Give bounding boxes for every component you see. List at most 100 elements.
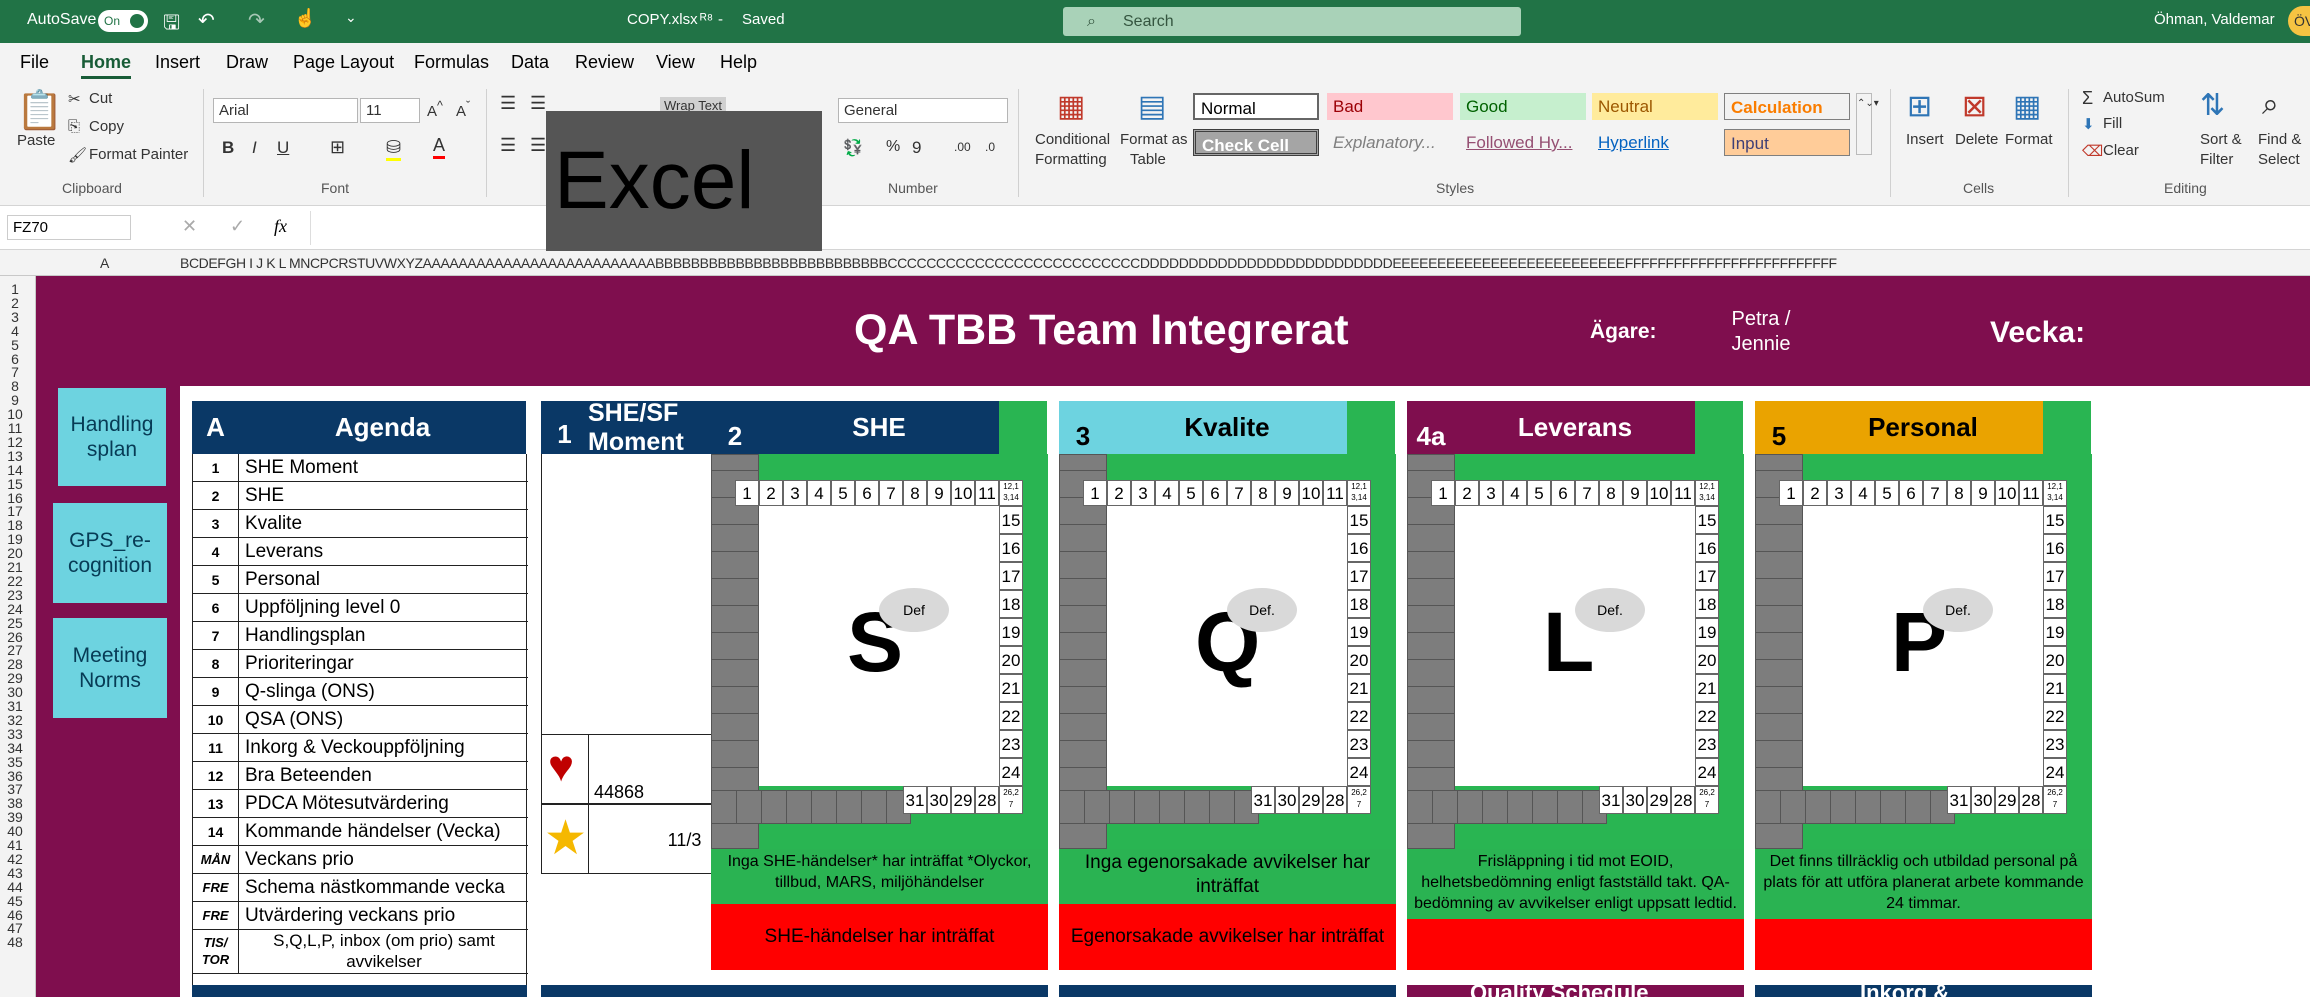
insert-cells-icon[interactable]: ⊞ <box>1907 89 1932 124</box>
copy-button[interactable]: Copy <box>89 118 124 135</box>
customize-qat-icon[interactable]: ⌄ <box>345 9 357 26</box>
row-header[interactable]: 17 <box>0 504 30 518</box>
user-name[interactable]: Öhman, Valdemar <box>2154 11 2275 28</box>
decrease-decimal-icon[interactable]: .0 <box>985 140 995 154</box>
row-header[interactable]: 23 <box>0 588 30 602</box>
agenda-row[interactable]: 13 PDCA Mötesutvärdering <box>193 790 528 818</box>
tab-insert[interactable]: Insert <box>155 52 200 73</box>
delete-cells-icon[interactable]: ⊠ <box>1962 89 1987 124</box>
row-header[interactable]: 43 <box>0 866 30 880</box>
row-header[interactable]: 11 <box>0 421 30 435</box>
tab-data[interactable]: Data <box>511 52 549 73</box>
row-header[interactable]: 12 <box>0 435 30 449</box>
agenda-row[interactable]: 5 Personal <box>193 566 528 594</box>
tab-file[interactable]: File <box>20 52 49 73</box>
format-painter-icon[interactable]: 🖌 <box>68 146 87 164</box>
row-header[interactable]: 7 <box>0 365 30 379</box>
row-header[interactable]: 13 <box>0 449 30 463</box>
row-header[interactable]: 9 <box>0 393 30 407</box>
meeting-norms-button[interactable]: Meeting Norms <box>53 618 167 718</box>
sort-filter-icon[interactable]: ⇅ <box>2200 88 2225 123</box>
align-middle-icon[interactable]: ☰ <box>530 93 546 114</box>
tab-page-layout[interactable]: Page Layout <box>293 52 394 73</box>
definition-badge[interactable]: Def. <box>1227 588 1297 632</box>
agenda-row[interactable]: 6 Uppföljning level 0 <box>193 594 528 622</box>
number-format-select[interactable]: General <box>838 98 1008 123</box>
clear-icon[interactable]: ⌫ <box>2082 142 2103 160</box>
row-header[interactable]: 16 <box>0 491 30 505</box>
format-painter-button[interactable]: Format Painter <box>89 146 188 163</box>
touch-mode-icon[interactable]: ☝ <box>294 8 316 29</box>
borders-icon[interactable]: ⊞ <box>330 137 345 158</box>
agenda-row[interactable]: 14 Kommande händelser (Vecka) <box>193 818 528 846</box>
agenda-row[interactable]: 8 Prioriteringar <box>193 650 528 678</box>
copy-icon[interactable]: ⎘ <box>68 118 80 135</box>
font-size-select[interactable]: 11 <box>360 98 420 123</box>
row-header[interactable]: 35 <box>0 755 30 769</box>
conditional-formatting-sub[interactable]: Formatting <box>1035 151 1107 168</box>
fill-icon[interactable]: ⬇ <box>2082 115 2095 133</box>
row-header[interactable]: 26 <box>0 630 30 644</box>
row-header[interactable]: 28 <box>0 657 30 671</box>
file-name[interactable]: COPY.xlsx <box>627 11 698 28</box>
row-header[interactable]: 4 <box>0 324 30 338</box>
tab-review[interactable]: Review <box>575 52 634 73</box>
row-header[interactable]: 19 <box>0 532 30 546</box>
agenda-row[interactable]: 4 Leverans <box>193 538 528 566</box>
row-header[interactable]: 3 <box>0 310 30 324</box>
agenda-row[interactable]: 2 SHE <box>193 482 528 510</box>
style-followed-hyperlink[interactable]: Followed Hy... <box>1460 129 1586 156</box>
row-header[interactable]: 34 <box>0 741 30 755</box>
row-header[interactable]: 41 <box>0 838 30 852</box>
cancel-icon[interactable]: ✕ <box>182 216 197 237</box>
underline-button[interactable]: U <box>277 138 289 158</box>
tab-help[interactable]: Help <box>720 52 757 73</box>
row-header[interactable]: 14 <box>0 463 30 477</box>
row-header[interactable]: 1 <box>0 282 30 296</box>
row-header[interactable]: 33 <box>0 727 30 741</box>
find-select-icon[interactable]: ⌕ <box>2262 88 2279 122</box>
spreadsheet-canvas[interactable]: QA TBB Team Integrerat Ägare: Petra / Je… <box>36 276 2310 997</box>
insert-cells-button[interactable]: Insert <box>1906 131 1944 148</box>
format-as-table-sub[interactable]: Table <box>1130 151 1166 168</box>
agenda-row[interactable]: 9 Q-slinga (ONS) <box>193 678 528 706</box>
comma-style-icon[interactable]: 9 <box>912 138 921 158</box>
row-header[interactable]: 15 <box>0 477 30 491</box>
styles-scroll-icon[interactable]: ⌃⌄▾ <box>1856 93 1879 155</box>
gps-recognition-button[interactable]: GPS_re-cognition <box>53 503 167 603</box>
row-header[interactable]: 6 <box>0 352 30 366</box>
align-top-icon[interactable]: ☰ <box>500 93 516 114</box>
row-header[interactable]: 30 <box>0 685 30 699</box>
definition-badge[interactable]: Def. <box>1575 588 1645 632</box>
insert-function-icon[interactable]: fx <box>274 216 287 237</box>
row-header[interactable]: 18 <box>0 518 30 532</box>
column-header-a[interactable]: A <box>100 255 109 271</box>
row-header[interactable]: 25 <box>0 616 30 630</box>
enter-icon[interactable]: ✓ <box>230 216 245 237</box>
row-header[interactable]: 47 <box>0 921 30 935</box>
italic-button[interactable]: I <box>252 138 257 158</box>
agenda-row[interactable]: 12 Bra Beteenden <box>193 762 528 790</box>
agenda-row[interactable]: 10 QSA (ONS) <box>193 706 528 734</box>
tab-home[interactable]: Home <box>81 52 132 79</box>
tab-formulas[interactable]: Formulas <box>414 52 489 73</box>
agenda-row[interactable]: FRE Utvärdering veckans prio <box>193 902 528 930</box>
agenda-row[interactable]: 3 Kvalite <box>193 510 528 538</box>
redo-icon[interactable]: ↷ <box>248 8 265 33</box>
style-input[interactable]: Input <box>1724 129 1850 156</box>
column-headers-rest[interactable]: BCDEFGH I J K L MNCPCRSTUVWXYZAAAAAAAAAA… <box>180 255 2310 271</box>
increase-decimal-icon[interactable]: .00 <box>954 140 971 154</box>
bold-button[interactable]: B <box>222 138 234 158</box>
row-header[interactable]: 36 <box>0 769 30 783</box>
delete-cells-button[interactable]: Delete <box>1955 131 1998 148</box>
name-box[interactable]: FZ70 <box>7 215 131 240</box>
autosum-icon[interactable]: Σ <box>2082 88 2093 109</box>
sort-filter-button[interactable]: Sort & <box>2200 131 2242 148</box>
find-select-sub[interactable]: Select <box>2258 151 2300 168</box>
row-header[interactable]: 10 <box>0 407 30 421</box>
agenda-row[interactable]: MÅN Veckans prio <box>193 846 528 874</box>
style-check-cell[interactable]: Check Cell <box>1193 129 1319 156</box>
accounting-icon[interactable]: 💱 <box>843 138 863 158</box>
agenda-row[interactable]: 1 SHE Moment <box>193 454 528 482</box>
style-calculation[interactable]: Calculation <box>1724 93 1850 120</box>
